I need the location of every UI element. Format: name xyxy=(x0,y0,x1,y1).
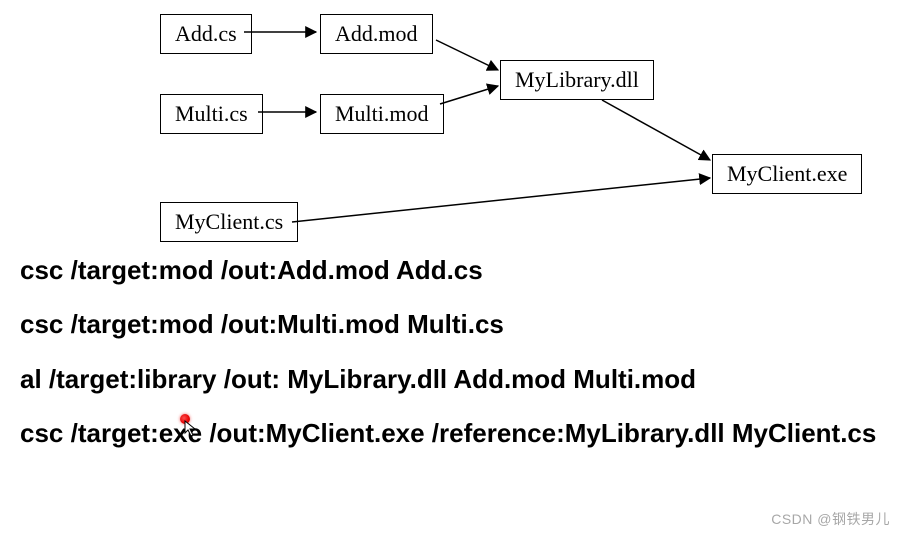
box-add-cs: Add.cs xyxy=(160,14,252,54)
box-multi-mod: Multi.mod xyxy=(320,94,444,134)
command-line-2: csc /target:mod /out:Multi.mod Multi.cs xyxy=(20,306,880,342)
box-mylib-dll: MyLibrary.dll xyxy=(500,60,654,100)
watermark-text: CSDN @钢铁男儿 xyxy=(771,509,890,529)
command-line-1: csc /target:mod /out:Add.mod Add.cs xyxy=(20,252,880,288)
command-line-4: csc /target:exe /out:MyClient.exe /refer… xyxy=(20,415,880,451)
box-myclient-cs: MyClient.cs xyxy=(160,202,298,242)
command-block: csc /target:mod /out:Add.mod Add.cs csc … xyxy=(20,252,880,470)
box-add-mod: Add.mod xyxy=(320,14,433,54)
diagram-arrows xyxy=(0,0,898,245)
command-line-3: al /target:library /out: MyLibrary.dll A… xyxy=(20,361,880,397)
box-myclient-exe: MyClient.exe xyxy=(712,154,862,194)
box-multi-cs: Multi.cs xyxy=(160,94,263,134)
